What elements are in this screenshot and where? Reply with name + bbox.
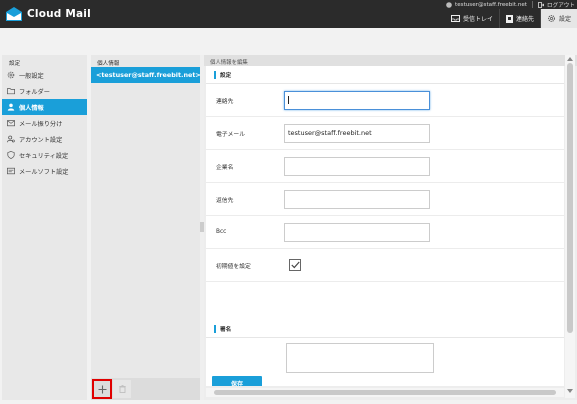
sidebar-item-security[interactable]: セキュリティ設定 [2,147,87,163]
save-button[interactable]: 保存 [212,376,262,386]
email-row: 電子メール testuser@staff.freebit.net [206,117,564,150]
add-identity-button[interactable] [92,379,112,399]
sidebar-item-label: フォルダー [19,88,50,96]
plus-icon [98,385,106,393]
editor-header: 個人情報を編集 [204,55,577,66]
app-name: Cloud Mail [27,8,91,20]
display-name-row: 連絡先 [206,84,564,117]
default-label: 初期値を設定 [216,263,251,270]
delete-identity-button[interactable] [113,380,131,398]
trash-icon [118,385,126,393]
signature-editor[interactable] [286,343,434,373]
sidebar-title: 設定 [9,61,21,67]
account-bar: testuser@staff.freebit.net ログアウト [446,0,575,9]
cloud-mail-logo-icon [6,7,22,21]
nav-inbox-label: 受信トレイ [462,16,493,23]
account-email: testuser@staff.freebit.net [455,1,528,8]
bcc-input[interactable] [284,222,430,242]
shield-icon [7,151,15,159]
section-marker [214,324,216,333]
signature-section-header: 署名 [206,320,564,338]
settings-sidebar: 設定 一般設定 フォルダー 個人情報 メール振り分け アカウント設定 セキュリテ… [2,55,87,400]
nav-contacts-label: 連絡先 [515,16,534,23]
text-caret [288,96,289,104]
identities-pane: 個人情報 <testuser@staff.freebit.net> [91,55,201,400]
editor-form: 設定 連絡先 電子メール testuser@staff.freebit.net … [206,66,564,386]
bcc-row: Bcc [206,216,564,249]
contacts-icon [505,14,513,23]
user-icon [446,1,452,8]
sidebar-item-label: 個人情報 [19,104,44,112]
inbox-icon [450,15,460,22]
logout-link[interactable]: ログアウト [547,1,575,9]
sidebar-item-mail-filter[interactable]: メール振り分け [2,115,87,131]
nav-contacts[interactable]: 連絡先 [500,9,540,28]
sidebar-item-label: メールソフト設定 [19,168,69,176]
display-name-label: 連絡先 [216,98,234,105]
organization-row: 企業名 [206,150,564,183]
nav-inbox[interactable]: 受信トレイ [445,9,499,28]
horizontal-scroll-thumb[interactable] [214,390,556,395]
default-checkbox[interactable] [289,259,301,271]
reply-to-row: 返信先 [206,183,564,216]
settings-section-title: 設定 [220,72,232,79]
scroll-up-icon[interactable] [567,57,573,61]
organization-input[interactable] [284,156,430,176]
reply-to-label: 返信先 [216,197,234,204]
vertical-scrollbar[interactable] [565,55,575,398]
sidebar-item-label: アカウント設定 [19,136,63,144]
sidebar-item-mail-client[interactable]: メールソフト設定 [2,163,87,179]
sidebar-item-label: セキュリティ設定 [19,152,69,160]
identity-item[interactable]: <testuser@staff.freebit.net> [91,67,201,83]
bcc-label: Bcc [216,229,227,235]
folder-icon [7,88,15,95]
nav-settings-label: 設定 [558,16,571,23]
organization-label: 企業名 [216,164,234,171]
display-name-input[interactable] [284,90,430,110]
identities-title: 個人情報 [97,61,120,67]
email-label: 電子メール [216,131,245,138]
gear-icon [548,15,555,22]
section-marker [214,70,216,79]
sidebar-item-identities[interactable]: 個人情報 [2,99,87,115]
sidebar-item-folders[interactable]: フォルダー [2,83,87,99]
default-row: 初期値を設定 [206,249,564,282]
checkmark-icon [290,261,300,269]
divider [532,1,534,8]
sidebar-item-label: メール振り分け [19,120,63,128]
mail-client-icon [7,167,15,175]
gear-icon [7,71,15,79]
horizontal-scrollbar[interactable] [206,388,564,397]
vertical-scroll-thumb[interactable] [567,63,573,333]
person-icon [7,103,15,111]
reply-to-input[interactable] [284,189,430,209]
email-input[interactable]: testuser@staff.freebit.net [284,123,430,143]
sidebar-item-general[interactable]: 一般設定 [2,67,87,83]
nav-settings[interactable]: 設定 [540,9,577,28]
identity-editor: 個人情報を編集 設定 連絡先 電子メール testuser@staff.free… [204,55,577,400]
identities-toolbar [91,378,200,400]
logout-icon [538,1,545,8]
app-logo[interactable]: Cloud Mail [6,7,91,21]
top-bar: Cloud Mail testuser@staff.freebit.net ログ… [0,0,577,28]
mail-filter-icon [7,120,15,127]
settings-section-header: 設定 [206,66,564,84]
sidebar-item-label: 一般設定 [19,72,44,80]
sidebar-item-account[interactable]: アカウント設定 [2,131,87,147]
account-icon [7,135,15,143]
signature-section-title: 署名 [220,326,232,333]
main-nav: 受信トレイ 連絡先 設定 [445,9,577,28]
scroll-down-icon[interactable] [567,389,573,393]
